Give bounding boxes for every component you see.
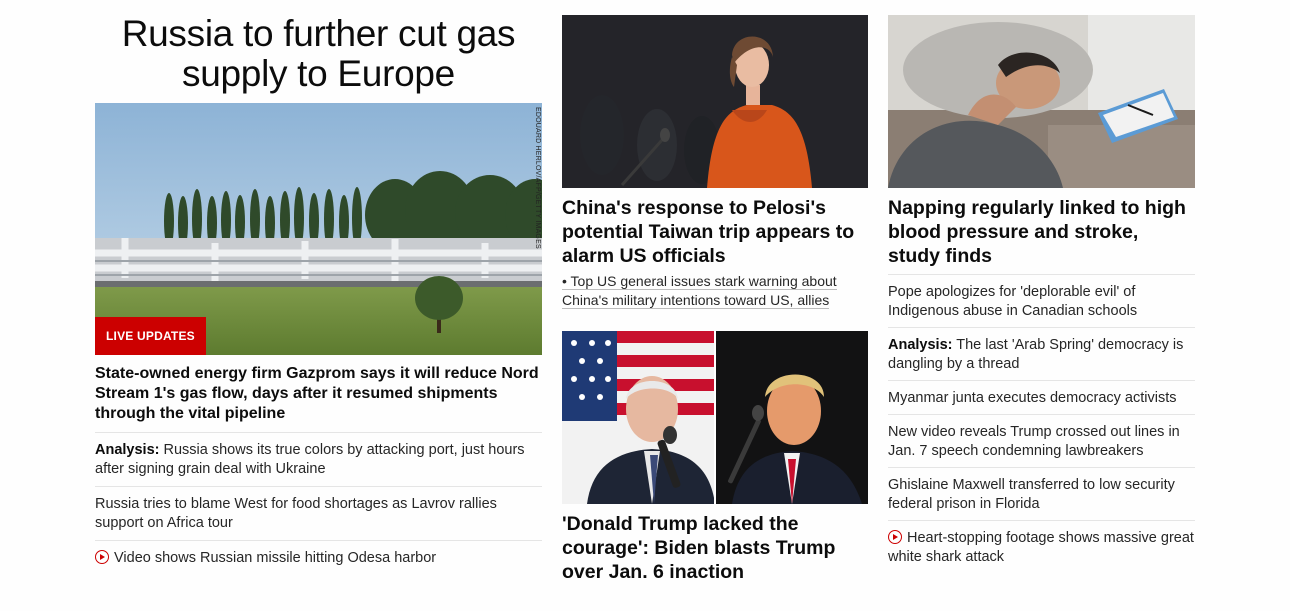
lead-story-column: Russia to further cut gas supply to Euro…: [95, 12, 542, 575]
list-item-text: New video reveals Trump crossed out line…: [888, 424, 1180, 459]
list-item-text: Heart-stopping footage shows massive gre…: [888, 530, 1194, 565]
image-pelosi-speaking[interactable]: [562, 15, 868, 188]
list-item-video[interactable]: Video shows Russian missile hitting Odes…: [95, 541, 542, 575]
list-item[interactable]: Russia tries to blame West for food shor…: [95, 487, 542, 541]
list-item[interactable]: Ghislaine Maxwell transferred to low sec…: [888, 468, 1195, 521]
image-person-napping[interactable]: [888, 15, 1195, 188]
analysis-label: Analysis:: [888, 337, 953, 353]
play-icon: [95, 550, 109, 564]
story-card-pelosi: China's response to Pelosi's potential T…: [562, 15, 868, 310]
middle-column: China's response to Pelosi's potential T…: [562, 15, 868, 584]
list-item-text: Ghislaine Maxwell transferred to low sec…: [888, 477, 1175, 512]
story-headline[interactable]: China's response to Pelosi's potential T…: [562, 196, 868, 268]
list-item[interactable]: Pope apologizes for 'deplorable evil' of…: [888, 275, 1195, 328]
live-updates-badge[interactable]: LIVE UPDATES: [95, 317, 206, 355]
analysis-label: Analysis:: [95, 442, 160, 458]
list-item[interactable]: Analysis: Russia shows its true colors b…: [95, 433, 542, 487]
image-biden-trump[interactable]: [562, 331, 868, 504]
list-item[interactable]: Analysis: The last 'Arab Spring' democra…: [888, 328, 1195, 381]
story-card-biden-trump: 'Donald Trump lacked the courage': Biden…: [562, 331, 868, 584]
right-column: Napping regularly linked to high blood p…: [888, 15, 1195, 573]
story-headline[interactable]: Napping regularly linked to high blood p…: [888, 196, 1195, 275]
list-item-video[interactable]: Heart-stopping footage shows massive gre…: [888, 521, 1195, 573]
lead-headline[interactable]: State-owned energy firm Gazprom says it …: [95, 364, 542, 433]
list-item[interactable]: Myanmar junta executes democracy activis…: [888, 381, 1195, 415]
related-link[interactable]: • Top US general issues stark warning ab…: [562, 272, 868, 310]
related-link-text: • Top US general issues stark warning ab…: [562, 273, 837, 309]
image-credit: EDOUARD HERLOV/AFP/GETTY IMAGES: [534, 107, 541, 249]
banner-headline[interactable]: Russia to further cut gas supply to Euro…: [95, 12, 542, 103]
lead-image-gas-pipeline[interactable]: EDOUARD HERLOV/AFP/GETTY IMAGES LIVE UPD…: [95, 103, 542, 355]
list-item-text: Russia shows its true colors by attackin…: [95, 442, 525, 477]
list-item-text: Video shows Russian missile hitting Odes…: [114, 550, 437, 566]
list-item-text: Pope apologizes for 'deplorable evil' of…: [888, 284, 1138, 319]
list-item[interactable]: New video reveals Trump crossed out line…: [888, 415, 1195, 468]
list-item-text: Russia tries to blame West for food shor…: [95, 496, 497, 531]
play-icon: [888, 530, 902, 544]
list-item-text: Myanmar junta executes democracy activis…: [888, 390, 1177, 406]
story-headline[interactable]: 'Donald Trump lacked the courage': Biden…: [562, 512, 868, 584]
